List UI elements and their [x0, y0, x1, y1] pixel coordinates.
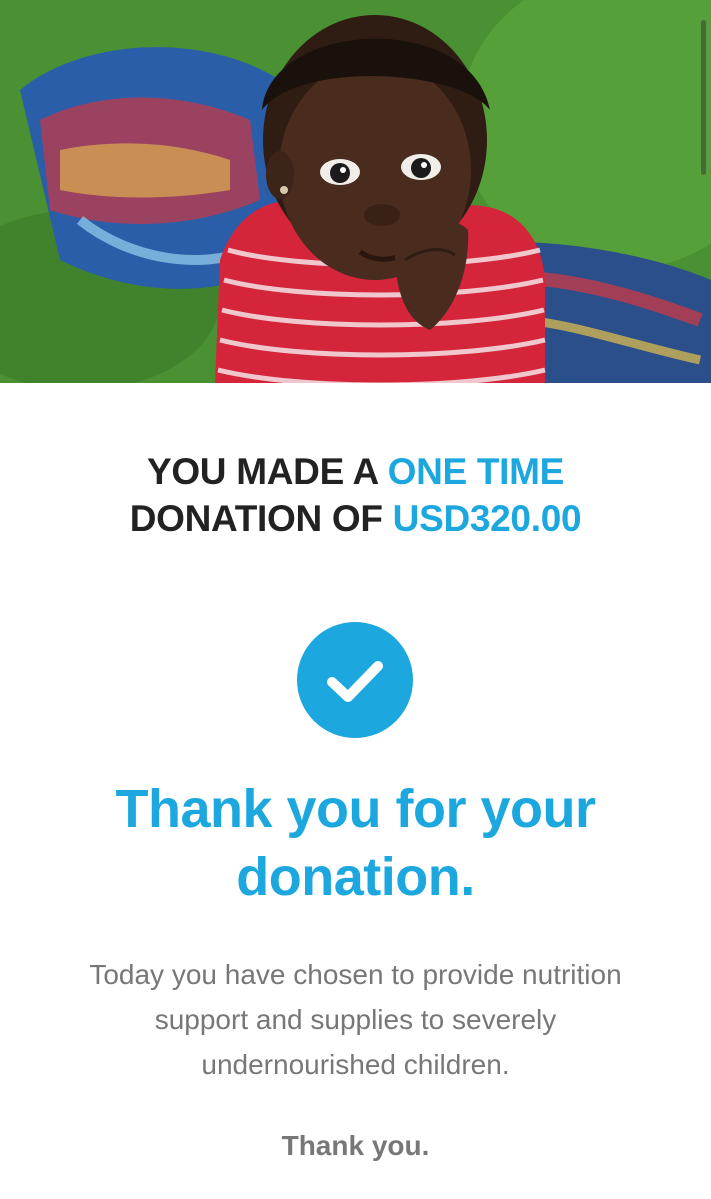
thank-you-title: Thank you for your donation. [0, 775, 711, 911]
donation-frequency: ONE TIME [387, 451, 565, 492]
headline-prefix-1: YOU MADE A [146, 451, 388, 492]
success-badge [297, 622, 413, 738]
checkmark-icon [327, 661, 383, 702]
headline-line-1: YOU MADE A ONE TIME [0, 448, 711, 495]
scrollbar[interactable] [701, 20, 706, 175]
child-photo [0, 0, 711, 383]
headline-prefix-2: DONATION OF [129, 498, 393, 539]
impact-message-line-1: Today you have chosen to provide nutriti… [89, 959, 622, 990]
hero-image [0, 0, 711, 383]
thank-you-title-line-2: donation. [236, 847, 475, 907]
impact-message: Today you have chosen to provide nutriti… [60, 952, 651, 1087]
impact-message-line-2: support and supplies to severely [154, 1004, 557, 1035]
donation-amount: USD320.00 [392, 498, 582, 539]
impact-message-line-3: undernourished children. [201, 1049, 510, 1080]
thank-you-title-line-1: Thank you for your [115, 779, 596, 839]
signoff-text: Thank you. [281, 1130, 430, 1161]
headline-line-2: DONATION OF USD320.00 [0, 495, 711, 542]
donation-summary-heading: YOU MADE A ONE TIME DONATION OF USD320.0… [0, 448, 711, 542]
